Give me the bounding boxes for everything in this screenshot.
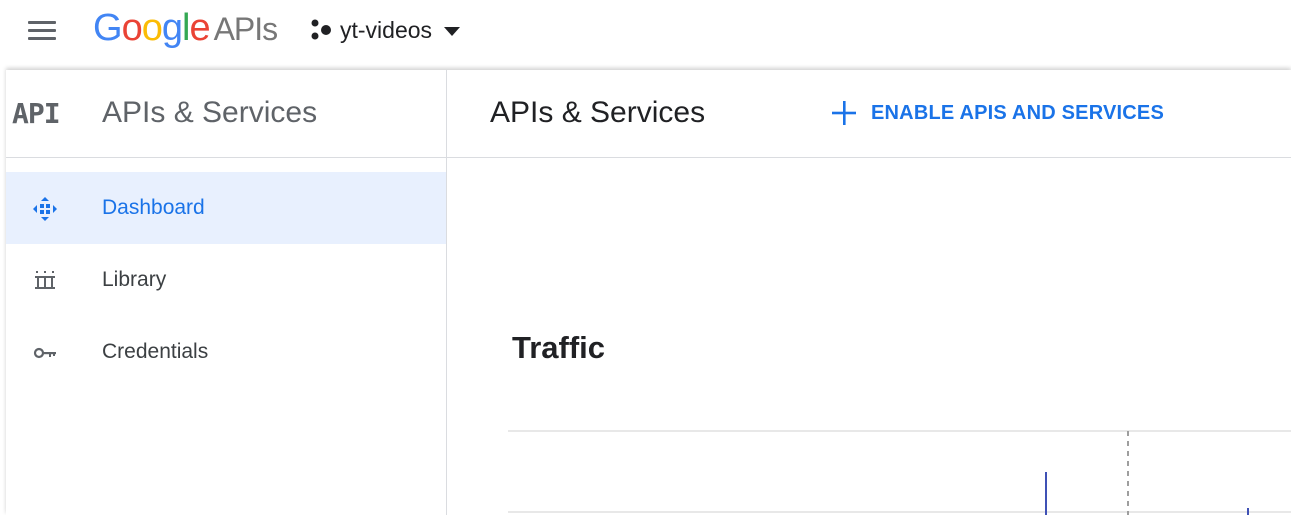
google-apis-logo[interactable]: Google APIs (93, 4, 279, 52)
sidebar-item-dashboard[interactable]: Dashboard (6, 172, 446, 244)
key-icon (33, 347, 56, 359)
sidebar: API APIs & Services Dashboard Library Cr… (6, 70, 447, 515)
google-wordmark: Google (93, 7, 211, 49)
dashboard-icon (33, 197, 57, 221)
sidebar-title: APIs & Services (102, 96, 318, 129)
api-badge-icon: API (12, 97, 61, 130)
plus-icon (832, 101, 856, 125)
sidebar-item-label: Dashboard (102, 196, 205, 219)
traffic-title: Traffic (512, 330, 606, 365)
menu-icon[interactable] (26, 18, 60, 44)
sidebar-item-label: Library (102, 268, 167, 291)
library-icon (35, 271, 55, 289)
project-selector[interactable]: yt-videos (310, 14, 461, 46)
enable-apis-button[interactable]: ENABLE APIS AND SERVICES (831, 100, 1164, 126)
traffic-chart (508, 430, 1291, 515)
sidebar-item-label: Credentials (102, 340, 209, 363)
console-shell: API APIs & Services Dashboard Library Cr… (6, 70, 1291, 515)
main-header: APIs & Services ENABLE APIS AND SERVICES (447, 70, 1291, 158)
page-title: APIs & Services (490, 96, 706, 129)
project-dots-icon (311, 19, 331, 40)
caret-down-icon (444, 26, 461, 36)
sidebar-item-library[interactable]: Library (6, 244, 446, 316)
apis-wordmark: APIs (213, 11, 279, 47)
project-name: yt-videos (340, 16, 433, 43)
sidebar-header: API APIs & Services (6, 70, 446, 158)
sidebar-nav: Dashboard Library Credentials (6, 172, 446, 388)
sidebar-item-credentials[interactable]: Credentials (6, 316, 446, 388)
top-app-bar: Google APIs yt-videos (0, 0, 1291, 70)
enable-apis-label: ENABLE APIS AND SERVICES (871, 101, 1165, 124)
